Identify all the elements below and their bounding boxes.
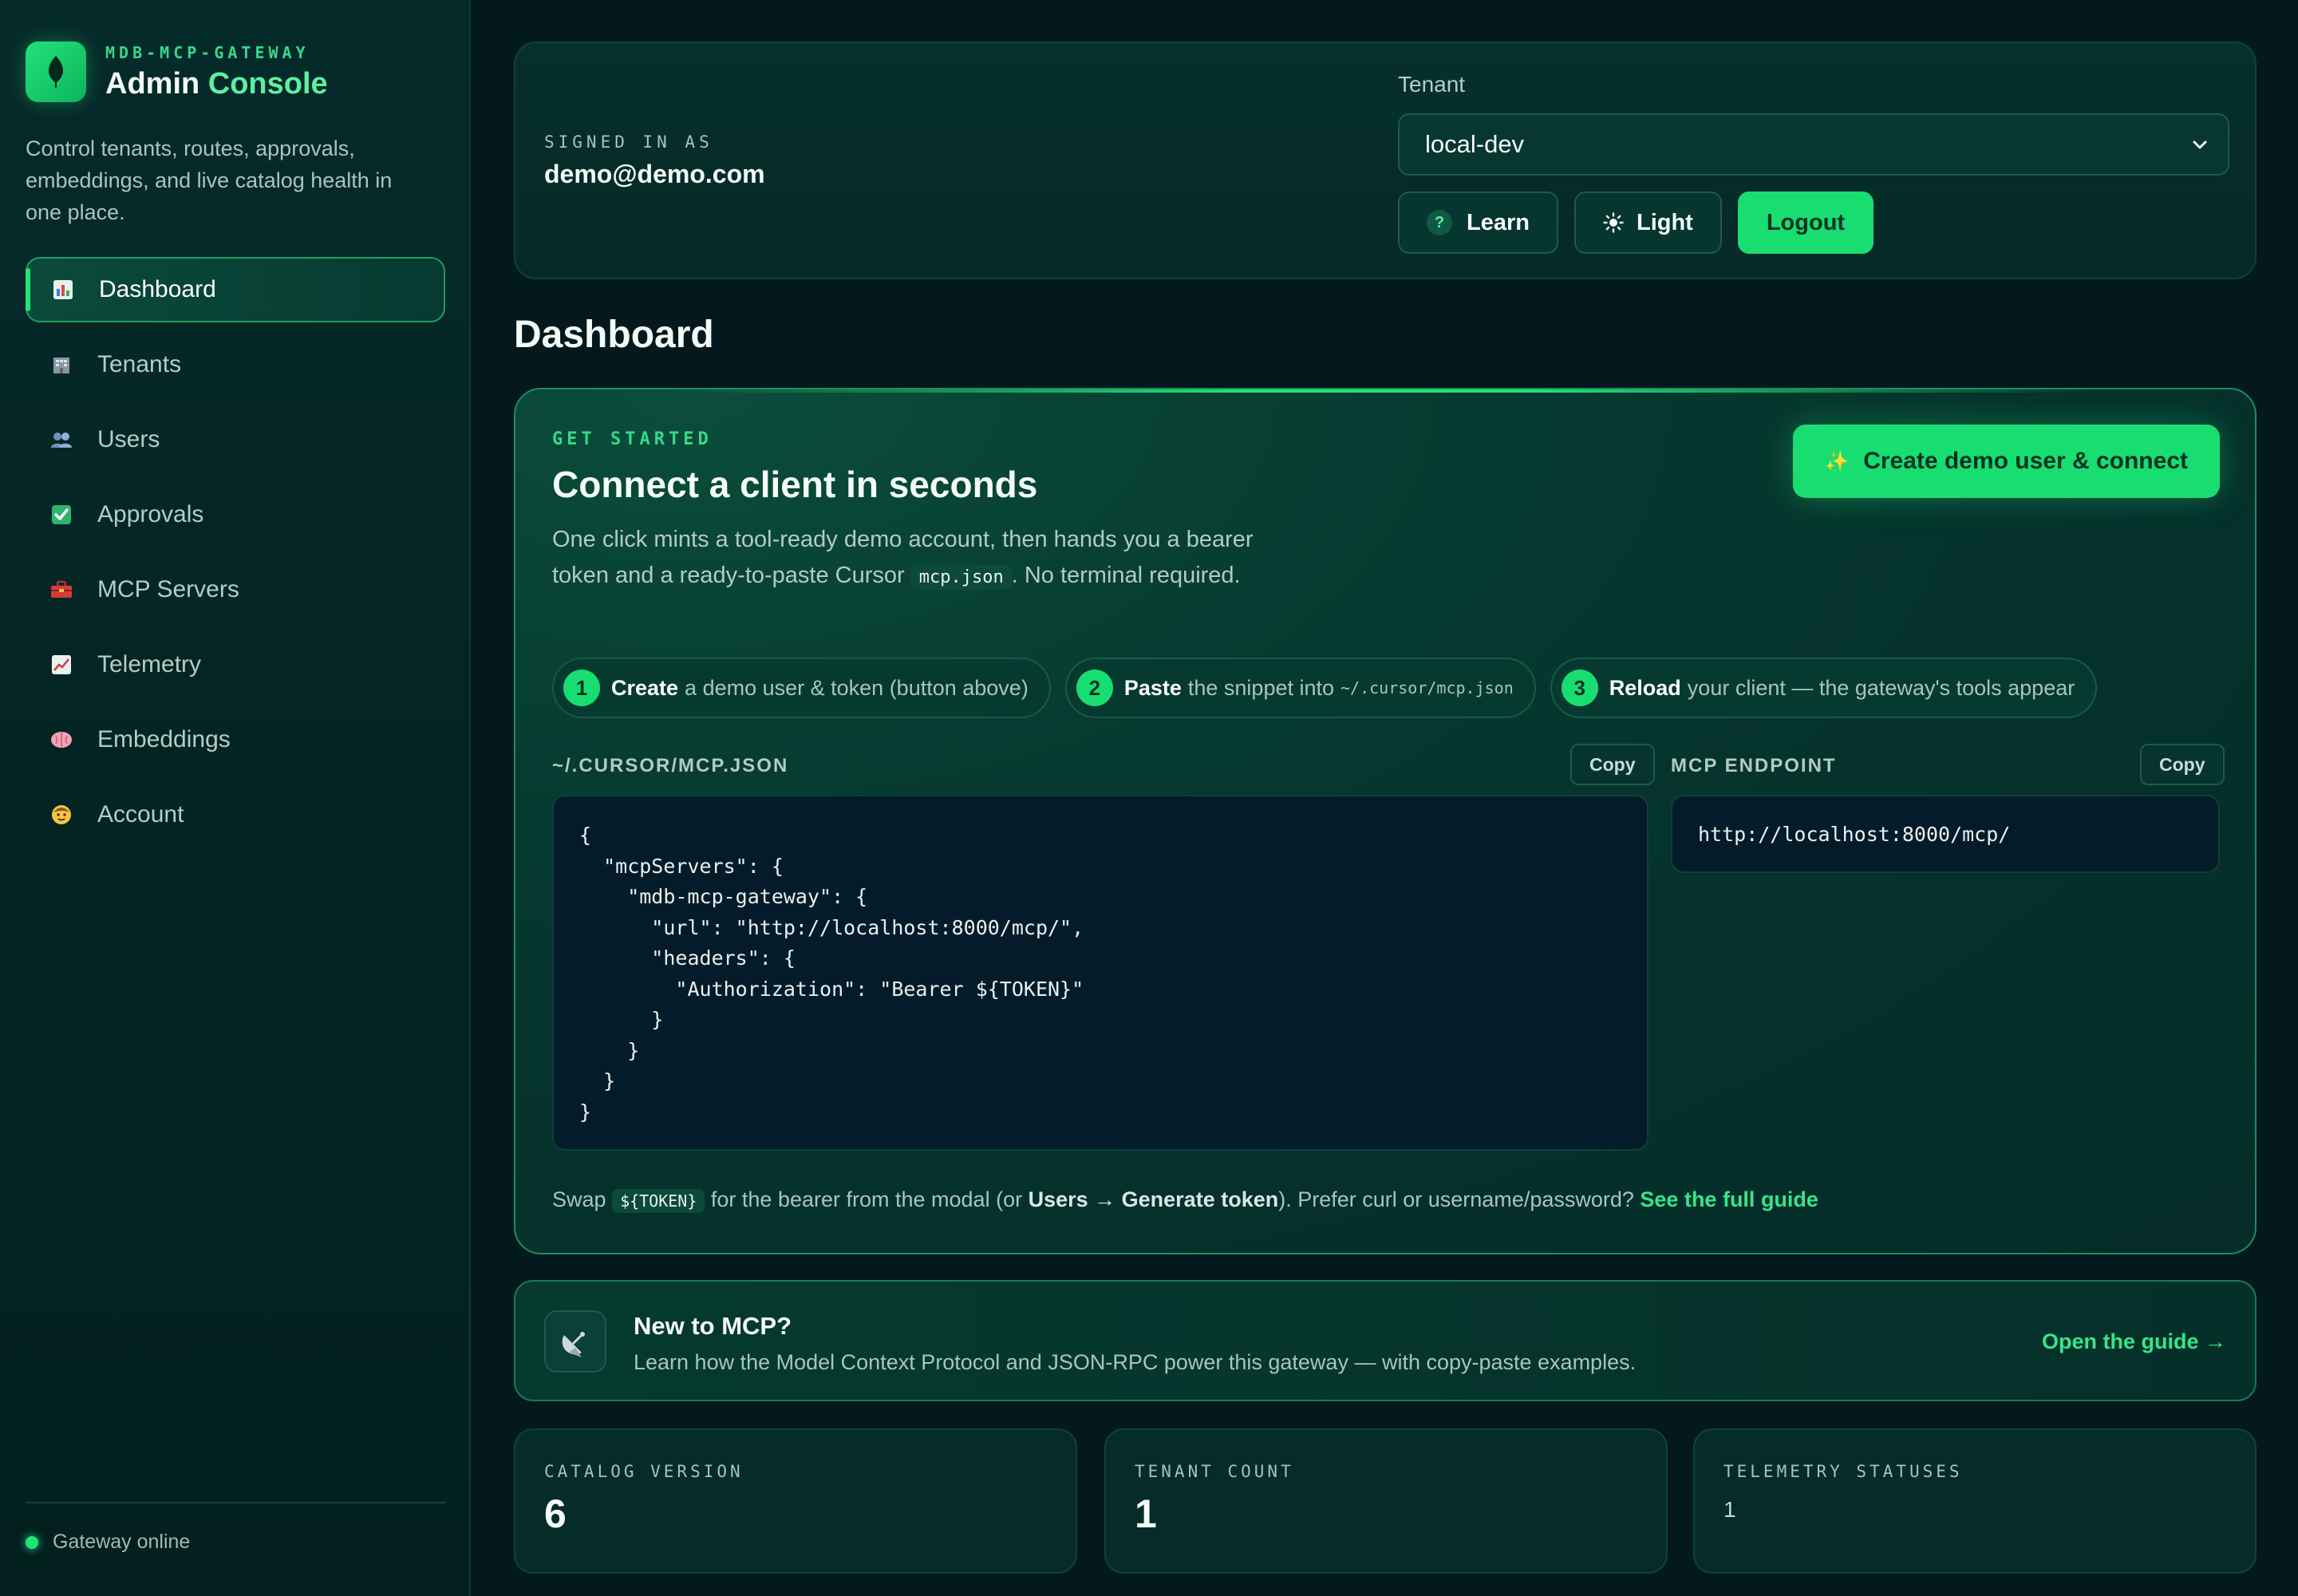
stat-label: TELEMETRY STATUSES — [1724, 1462, 1963, 1481]
sidebar: MDB-MCP-GATEWAY Admin Console Control te… — [0, 0, 471, 1596]
building-icon — [49, 353, 73, 377]
new-to-mcp-card: New to MCP? Learn how the Model Context … — [514, 1280, 2257, 1401]
sidebar-item-tenants[interactable]: Tenants — [26, 332, 445, 397]
new-to-mcp-title: New to MCP? — [634, 1312, 792, 1340]
signed-in-label: SIGNED IN AS — [544, 132, 713, 152]
question-icon: ? — [1427, 210, 1452, 235]
check-box-icon — [49, 503, 73, 527]
sun-icon — [1603, 212, 1624, 233]
topbar: SIGNED IN AS demo@demo.com Tenant local-… — [514, 41, 2257, 279]
step-number: 3 — [1561, 670, 1598, 706]
theme-toggle-button[interactable]: Light — [1573, 192, 1722, 254]
brand-title: Admin Console — [105, 66, 328, 101]
sidebar-item-label: Account — [97, 801, 184, 828]
leaf-logo-icon — [26, 41, 86, 102]
hero-description: One click mints a tool-ready demo accoun… — [552, 527, 1254, 590]
brand[interactable]: MDB-MCP-GATEWAY Admin Console — [26, 41, 328, 102]
bar-chart-icon — [51, 278, 75, 302]
topbar-actions: ? Learn Light Logout — [1398, 192, 1889, 254]
sidebar-nav: Dashboard Tenants Users Approvals MCP Se… — [26, 257, 445, 857]
sidebar-item-label: Users — [97, 426, 160, 452]
sidebar-item-users[interactable]: Users — [26, 407, 445, 472]
tenant-label: Tenant — [1398, 72, 1466, 97]
brand-kicker: MDB-MCP-GATEWAY — [105, 42, 310, 62]
sidebar-item-approvals[interactable]: Approvals — [26, 482, 445, 547]
user-email: demo@demo.com — [544, 160, 765, 188]
users-icon — [49, 428, 73, 452]
gateway-status: Gateway online — [26, 1502, 445, 1554]
stat-card-tenant-count: TENANT COUNT 1 — [1104, 1428, 1668, 1574]
step-2: 2 Paste the snippet into ~/.cursor/mcp.jso… — [1064, 658, 1536, 718]
stat-card-catalog-version: CATALOG VERSION 6 — [514, 1428, 1077, 1574]
stat-label: CATALOG VERSION — [544, 1462, 744, 1481]
step-number: 2 — [1076, 670, 1113, 706]
sidebar-item-label: Embeddings — [97, 726, 231, 753]
status-dot-icon — [26, 1535, 38, 1549]
stat-value: 1 — [1135, 1491, 1157, 1536]
tenant-select[interactable]: local-dev — [1398, 113, 2229, 176]
inline-code: mcp.json — [910, 565, 1012, 590]
tenant-select-value: local-dev — [1425, 130, 1525, 158]
sidebar-item-telemetry[interactable]: Telemetry — [26, 632, 445, 697]
toolbox-icon — [49, 578, 73, 602]
hero-footnote: Swap ${TOKEN} for the bearer from the mo… — [552, 1187, 1818, 1213]
sidebar-item-embeddings[interactable]: Embeddings — [26, 707, 445, 772]
brain-icon — [49, 728, 73, 752]
step-number: 1 — [563, 670, 600, 706]
steps: 1 Create a demo user & token (button abov… — [552, 658, 2111, 718]
open-guide-link[interactable]: Open the guide → — [2042, 1329, 2226, 1354]
page-title: Dashboard — [514, 314, 714, 356]
line-chart-icon — [49, 653, 73, 677]
sidebar-item-label: Dashboard — [99, 276, 216, 302]
hero-title: Connect a client in seconds — [552, 464, 1038, 505]
copy-config-button[interactable]: Copy — [1570, 744, 1655, 785]
sidebar-item-label: Telemetry — [97, 651, 202, 678]
sidebar-item-mcp-servers[interactable]: MCP Servers — [26, 557, 445, 622]
sidebar-item-label: MCP Servers — [97, 576, 239, 602]
full-guide-link[interactable]: See the full guide — [1640, 1187, 1818, 1211]
token-code: ${TOKEN} — [612, 1189, 705, 1213]
config-code-block[interactable]: { "mcpServers": { "mdb-mcp-gateway": { "… — [552, 795, 1648, 1151]
stat-label: TENANT COUNT — [1135, 1462, 1294, 1481]
sparkles-icon: ✨ — [1825, 450, 1850, 472]
stat-value: 1 — [1724, 1497, 1736, 1522]
endpoint-label: MCP ENDPOINT — [1671, 755, 1837, 776]
sidebar-item-account[interactable]: Account — [26, 782, 445, 847]
sidebar-item-dashboard[interactable]: Dashboard — [26, 257, 445, 322]
sidebar-description: Control tenants, routes, approvals, embe… — [26, 136, 393, 224]
chevron-down-icon — [2188, 132, 2212, 163]
new-to-mcp-description: Learn how the Model Context Protocol and… — [634, 1350, 1637, 1374]
logout-button[interactable]: Logout — [1737, 192, 1874, 254]
gateway-status-text: Gateway online — [53, 1531, 191, 1553]
face-icon — [49, 803, 73, 827]
satellite-dish-icon — [544, 1310, 606, 1373]
copy-endpoint-button[interactable]: Copy — [2140, 744, 2225, 785]
learn-button[interactable]: ? Learn — [1398, 192, 1558, 254]
stat-card-telemetry-statuses: TELEMETRY STATUSES 1 — [1693, 1428, 2257, 1574]
stat-value: 6 — [544, 1491, 567, 1536]
config-label: ~/.CURSOR/MCP.JSON — [552, 755, 789, 776]
step-3: 3 Reload your client — the gateway's tool… — [1550, 658, 2098, 718]
endpoint-value[interactable]: http://localhost:8000/mcp/ — [1671, 795, 2220, 873]
sidebar-item-label: Tenants — [97, 351, 182, 377]
step-1: 1 Create a demo user & token (button abov… — [552, 658, 1051, 718]
sidebar-item-label: Approvals — [97, 501, 204, 527]
hero-kicker: GET STARTED — [552, 429, 713, 449]
get-started-card: GET STARTED Connect a client in seconds … — [514, 388, 2257, 1254]
create-demo-user-button[interactable]: ✨ Create demo user & connect — [1793, 425, 2220, 498]
